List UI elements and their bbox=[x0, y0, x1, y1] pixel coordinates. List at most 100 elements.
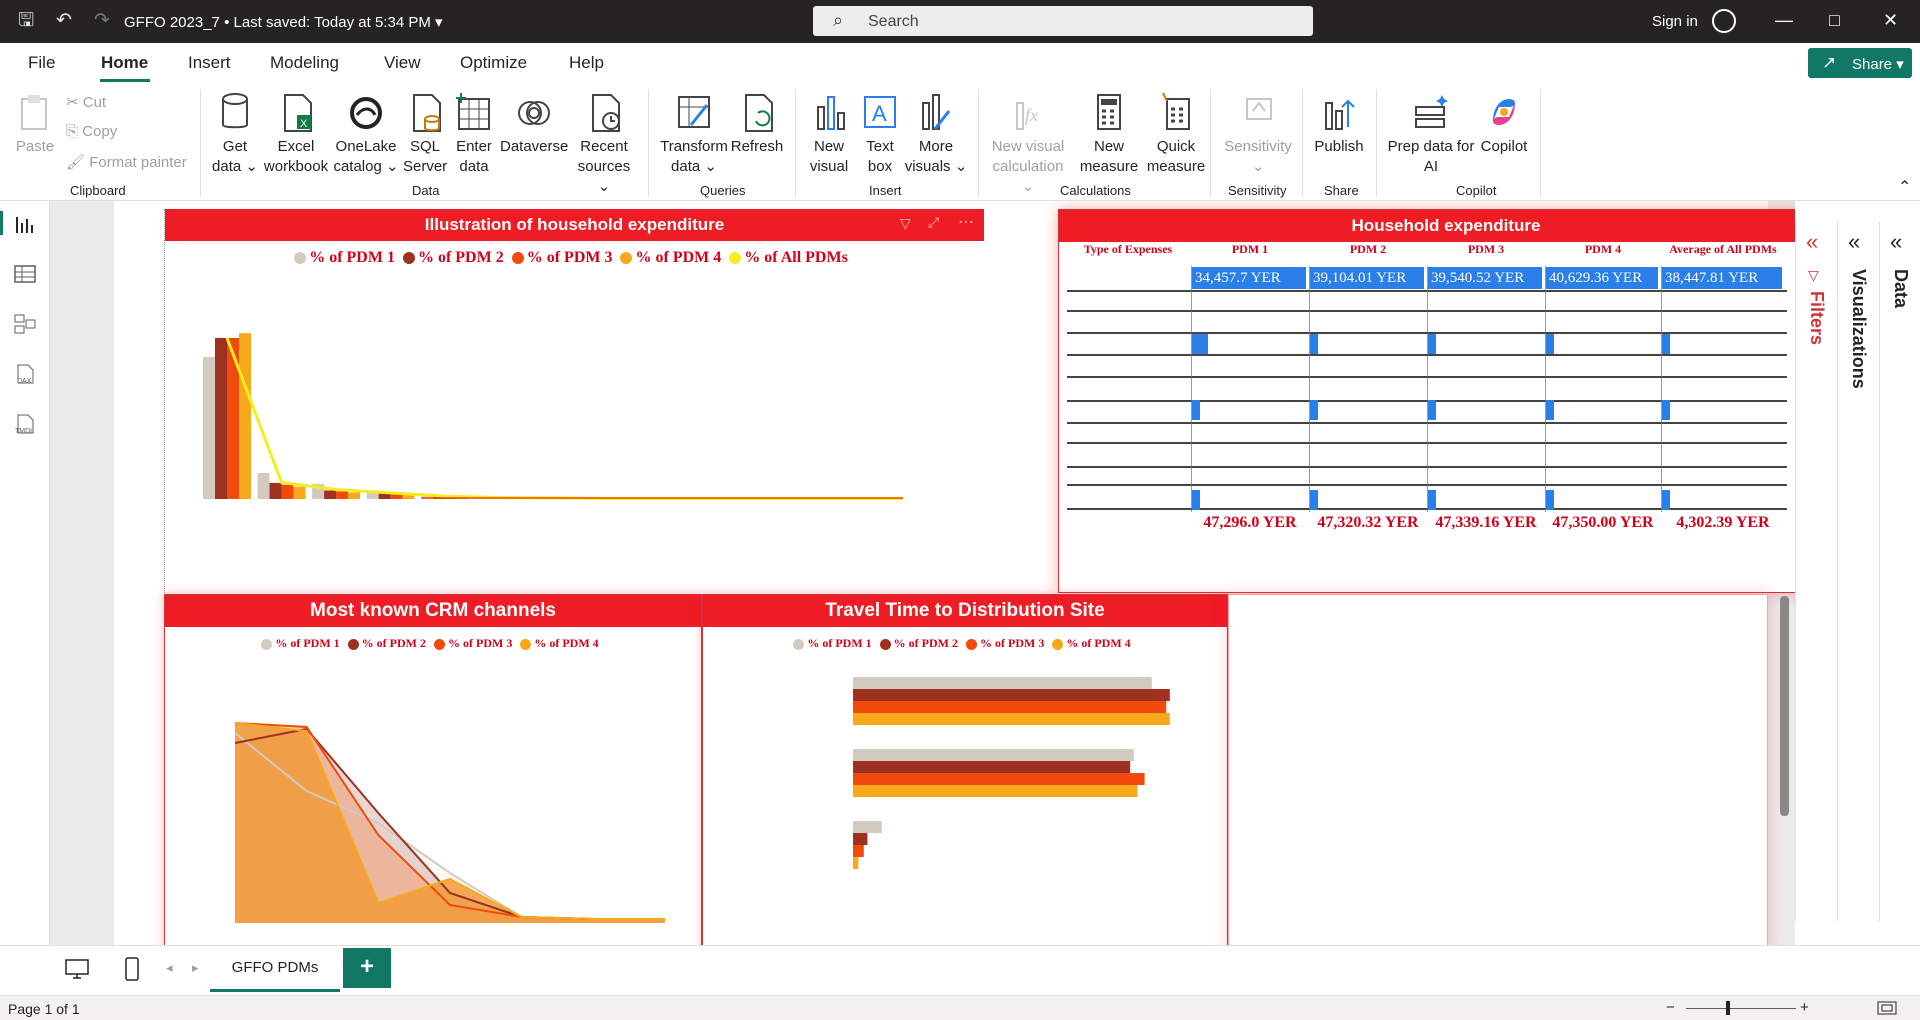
bar[interactable] bbox=[853, 785, 1138, 797]
bar[interactable] bbox=[203, 356, 215, 499]
add-page-button[interactable]: + bbox=[343, 948, 391, 988]
zoom-in-icon[interactable]: + bbox=[1800, 999, 1809, 1016]
excel-workbook-button[interactable]: X Excel workbook bbox=[262, 91, 330, 177]
bar[interactable] bbox=[853, 713, 1170, 725]
report-page[interactable]: Illustration of household expenditure ▽ … bbox=[114, 201, 1832, 945]
table-cell[interactable]: 40,629.36 YER bbox=[1546, 267, 1658, 289]
format-painter-button[interactable]: 🖌 Format painter bbox=[66, 153, 187, 171]
sql-server-button[interactable]: SQL Server bbox=[403, 91, 447, 177]
desktop-layout-icon[interactable] bbox=[64, 958, 90, 980]
save-icon[interactable]: 🖫 bbox=[18, 10, 34, 32]
bar[interactable] bbox=[336, 491, 349, 499]
bar[interactable] bbox=[239, 333, 251, 499]
paste-button[interactable]: Paste bbox=[14, 91, 56, 157]
legend-item[interactable]: % of PDM 3 bbox=[966, 636, 1044, 650]
menu-help[interactable]: Help bbox=[569, 53, 604, 73]
report-view-icon[interactable] bbox=[13, 213, 37, 235]
bar[interactable] bbox=[257, 472, 270, 499]
menu-modeling[interactable]: Modeling bbox=[270, 53, 339, 73]
column-header[interactable]: Average of All PDMs bbox=[1661, 242, 1785, 257]
minimize-icon[interactable]: — bbox=[1775, 10, 1793, 31]
tmdl-view-icon[interactable]: TMDL bbox=[13, 413, 37, 435]
menu-insert[interactable]: Insert bbox=[188, 53, 231, 73]
visual-crm-channels-chart[interactable]: Most known CRM channels % of PDM 1% of P… bbox=[164, 594, 702, 945]
model-view-icon[interactable] bbox=[13, 313, 37, 335]
column-header[interactable]: PDM 4 bbox=[1545, 242, 1661, 257]
column-header[interactable]: PDM 2 bbox=[1309, 242, 1427, 257]
bar[interactable] bbox=[853, 821, 882, 833]
new-visual-calculation-button[interactable]: fx New visual calculation ⌄ bbox=[986, 91, 1070, 197]
column-header[interactable]: Type of Expenses bbox=[1067, 242, 1189, 257]
page-tab-gffo-pdms[interactable]: GFFO PDMs bbox=[210, 948, 340, 992]
prep-data-for-ai-button[interactable]: Prep data for AI bbox=[1386, 91, 1476, 177]
bar[interactable] bbox=[853, 845, 864, 857]
fit-to-page-icon[interactable] bbox=[1876, 1000, 1898, 1016]
filter-icon[interactable]: ▽ bbox=[900, 215, 911, 232]
cut-button[interactable]: ✂ Cut bbox=[66, 93, 106, 111]
vertical-scrollbar[interactable] bbox=[1780, 596, 1789, 816]
table-cell[interactable]: 34,457.7 YER bbox=[1192, 267, 1306, 289]
bar[interactable] bbox=[215, 337, 227, 499]
dax-query-view-icon[interactable]: DAX bbox=[13, 363, 37, 385]
bar[interactable] bbox=[324, 490, 337, 499]
bar[interactable] bbox=[853, 749, 1134, 761]
column-header[interactable]: PDM 3 bbox=[1427, 242, 1545, 257]
refresh-button[interactable]: Refresh bbox=[730, 91, 784, 157]
visual-household-expenditure-table[interactable]: Household expenditure Type of Expenses PD… bbox=[1058, 209, 1832, 593]
expand-data-icon[interactable]: « bbox=[1890, 229, 1902, 255]
sign-in-link[interactable]: Sign in bbox=[1652, 13, 1698, 30]
collapse-ribbon-icon[interactable]: ⌃ bbox=[1898, 177, 1911, 197]
legend-item[interactable]: % of PDM 4 bbox=[620, 249, 721, 266]
maximize-icon[interactable]: □ bbox=[1829, 10, 1840, 31]
bar[interactable] bbox=[281, 484, 294, 499]
legend-item[interactable]: % of PDM 1 bbox=[294, 249, 395, 266]
copy-button[interactable]: ⎘ Copy bbox=[66, 123, 117, 140]
dataverse-button[interactable]: Dataverse bbox=[500, 91, 568, 157]
legend-item[interactable]: % of PDM 1 bbox=[793, 636, 872, 650]
copilot-button[interactable]: Copilot bbox=[1476, 91, 1532, 157]
expand-filters-icon[interactable]: « bbox=[1806, 229, 1818, 255]
menu-home[interactable]: Home bbox=[101, 53, 148, 73]
share-button[interactable]: ↗ Share ▾ bbox=[1808, 48, 1912, 78]
get-data-button[interactable]: Get data ⌄ bbox=[210, 91, 260, 177]
legend-item[interactable]: % of PDM 3 bbox=[511, 249, 612, 266]
table-cell[interactable]: 39,540.52 YER bbox=[1428, 267, 1542, 289]
filters-pane-tab[interactable]: « ▽ Filters bbox=[1795, 221, 1833, 921]
recent-sources-button[interactable]: Recent sources ⌄ bbox=[572, 91, 636, 197]
bar[interactable] bbox=[853, 833, 868, 845]
prev-page-icon[interactable]: ◂ bbox=[166, 960, 173, 976]
new-measure-button[interactable]: New measure bbox=[1078, 91, 1140, 177]
table-cell[interactable]: 38,447.81 YER bbox=[1662, 267, 1782, 289]
series-line[interactable] bbox=[225, 337, 903, 501]
text-box-button[interactable]: A Text box bbox=[858, 91, 902, 177]
bar[interactable] bbox=[853, 761, 1131, 773]
expand-visualizations-icon[interactable]: « bbox=[1848, 229, 1860, 255]
document-title[interactable]: GFFO 2023_7 • Last saved: Today at 5:34 … bbox=[124, 13, 443, 31]
bar[interactable] bbox=[269, 482, 282, 499]
enter-data-button[interactable]: Enter data bbox=[452, 91, 496, 177]
menu-optimize[interactable]: Optimize bbox=[460, 53, 527, 73]
redo-icon[interactable]: ↷ bbox=[94, 10, 110, 32]
visual-household-expenditure-chart[interactable]: Illustration of household expenditure ▽ … bbox=[164, 209, 984, 593]
legend-item[interactable]: % of PDM 2 bbox=[402, 249, 504, 266]
publish-button[interactable]: Publish bbox=[1312, 91, 1366, 157]
visualizations-pane-tab[interactable]: « Visualizations bbox=[1837, 221, 1875, 921]
table-cell[interactable]: 39,104.01 YER bbox=[1310, 267, 1424, 289]
column-header[interactable]: PDM 1 bbox=[1191, 242, 1309, 257]
mobile-layout-icon[interactable] bbox=[124, 956, 140, 982]
zoom-slider[interactable] bbox=[1686, 1008, 1796, 1009]
legend-item[interactable]: % of All PDMs bbox=[729, 249, 848, 266]
undo-icon[interactable]: ↶ bbox=[56, 10, 72, 32]
bar[interactable] bbox=[853, 773, 1145, 785]
empty-visual-container[interactable] bbox=[1228, 594, 1768, 945]
chevron-down-icon[interactable]: ▾ bbox=[435, 14, 443, 31]
search-box[interactable]: ⌕ Search bbox=[813, 6, 1313, 36]
new-visual-button[interactable]: New visual bbox=[806, 91, 852, 177]
more-visuals-button[interactable]: More visuals ⌄ bbox=[904, 91, 968, 177]
bar[interactable] bbox=[853, 857, 859, 869]
onelake-catalog-button[interactable]: OneLake catalog ⌄ bbox=[333, 91, 399, 177]
bar[interactable] bbox=[293, 486, 306, 499]
more-options-icon[interactable]: ⋯ bbox=[958, 212, 974, 232]
zoom-out-icon[interactable]: − bbox=[1666, 999, 1675, 1016]
legend-item[interactable]: % of PDM 4 bbox=[520, 636, 599, 650]
